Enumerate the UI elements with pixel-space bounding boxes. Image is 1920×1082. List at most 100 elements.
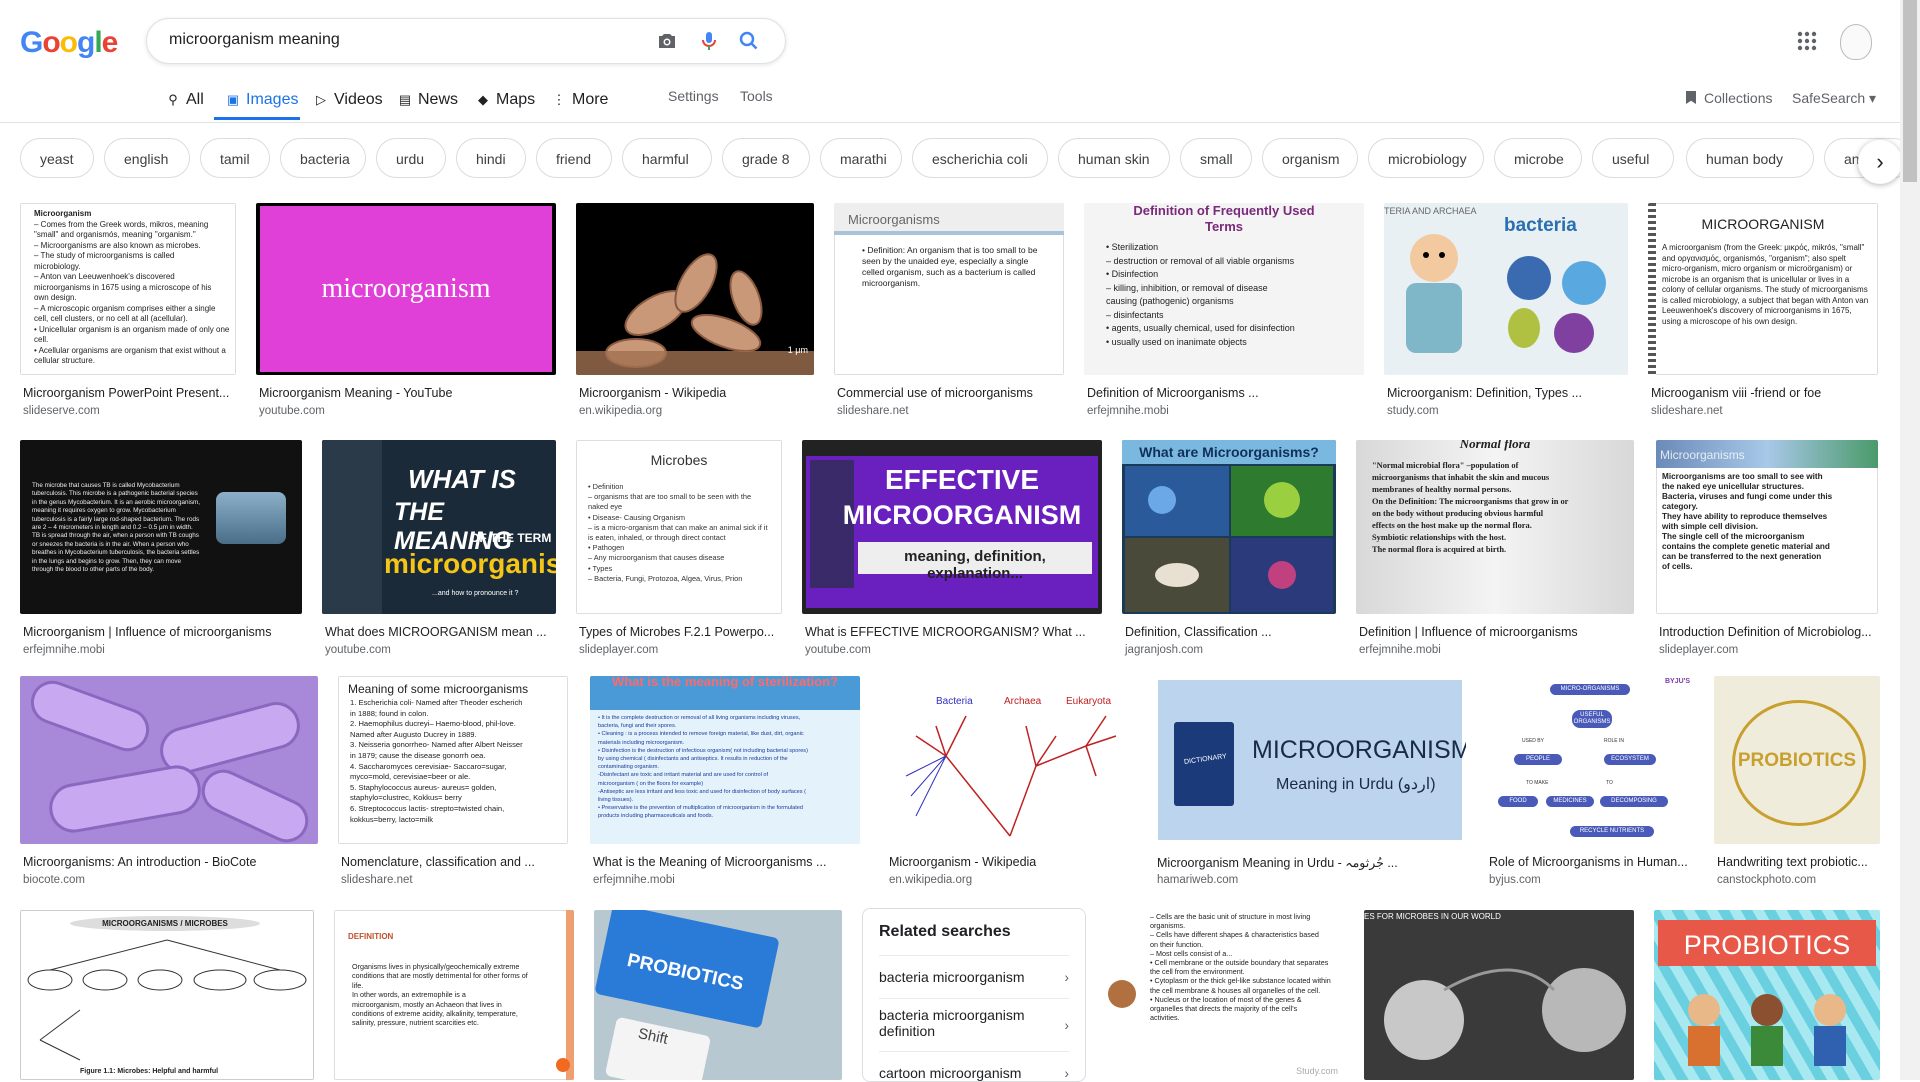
tab-news[interactable]: ▤ News	[398, 91, 458, 109]
apps-grid-icon[interactable]	[1796, 30, 1818, 52]
google-logo[interactable]: Google	[20, 26, 118, 60]
result-title[interactable]: Handwriting text probiotic...	[1717, 855, 1877, 869]
result-title[interactable]: Definition, Classification ...	[1125, 625, 1333, 639]
result-thumbnail[interactable]: The microbe that causes TB is called Myc…	[20, 440, 302, 614]
filter-chip[interactable]: yeast	[20, 138, 94, 178]
result-title[interactable]: Definition of Microorganisms ...	[1087, 386, 1361, 400]
search-input[interactable]	[167, 30, 641, 50]
filter-chip[interactable]: small	[1180, 138, 1252, 178]
diagram-node: MEDICINES	[1546, 796, 1594, 807]
filter-chip[interactable]: microbiology	[1368, 138, 1484, 178]
related-search-item[interactable]: bacteria microorganism definition ›	[879, 998, 1069, 1051]
result-thumbnail[interactable]: PROBIOTICS	[1654, 910, 1880, 1080]
account-avatar[interactable]	[1840, 24, 1872, 60]
result-title[interactable]: Microorganism - Wikipedia	[579, 386, 811, 400]
result-title[interactable]: Microorganism Meaning - YouTube	[259, 386, 553, 400]
result-thumbnail[interactable]: EFFECTIVE MICROORGANISM meaning, definit…	[802, 440, 1102, 614]
result-title[interactable]: Microorganism - Wikipedia	[889, 855, 1131, 869]
search-box[interactable]	[146, 18, 786, 64]
search-icon[interactable]	[737, 29, 761, 53]
filter-chip[interactable]: urdu	[376, 138, 446, 178]
result-thumbnail[interactable]: Normal flora "Normal microbial flora" –p…	[1356, 440, 1634, 614]
result-thumbnail[interactable]: Microorganisms Microorganisms are too sm…	[1656, 440, 1878, 614]
result-thumbnail[interactable]: What is the meaning of sterilization? • …	[590, 676, 860, 844]
tab-all[interactable]: ⚲ All	[166, 91, 204, 109]
result-thumbnail[interactable]: Bacteria Archaea Eukaryota	[886, 676, 1134, 844]
result-thumbnail[interactable]: Microbes • Definition – organisms that ar…	[576, 440, 782, 614]
result-thumbnail[interactable]: DICTIONARY MICROORGANISM Meaning in Urdu…	[1154, 676, 1466, 844]
result-thumbnail[interactable]: What are Microorganisms?	[1122, 440, 1336, 614]
result-thumbnail[interactable]: PROBIOTICS Shift	[594, 910, 842, 1080]
result-thumbnail[interactable]: Definition of Frequently Used Terms • St…	[1084, 203, 1364, 375]
result-thumbnail[interactable]: PROBIOTICS	[1714, 676, 1880, 844]
safesearch-menu[interactable]: SafeSearch ▾	[1792, 90, 1876, 107]
result-thumbnail[interactable]	[20, 676, 318, 844]
collections-link[interactable]: Collections	[1686, 90, 1772, 106]
result-title[interactable]: What is the Meaning of Microorganisms ..…	[593, 855, 857, 869]
camera-icon[interactable]	[655, 29, 679, 53]
thumb-lines: • Sterilization – destruction or removal …	[1106, 241, 1295, 349]
filter-chip[interactable]: escherichia coli	[912, 138, 1048, 178]
settings-link[interactable]: Settings	[668, 88, 719, 104]
thumb-lines: – Comes from the Greek words, mikros, me…	[34, 220, 230, 367]
result-title[interactable]: Definition | Influence of microorganisms	[1359, 625, 1631, 639]
result-thumbnail[interactable]: ES FOR MICROBES IN OUR WORLD	[1364, 910, 1634, 1080]
result-title[interactable]: Introduction Definition of Microbiolog..…	[1659, 625, 1875, 639]
filter-chip[interactable]: hindi	[456, 138, 526, 178]
result-thumbnail[interactable]: MICRO-ORGANISMS USEFUL ORGANISMS PEOPLE ECO…	[1486, 676, 1694, 844]
filter-chip[interactable]: friend	[536, 138, 612, 178]
result-thumbnail[interactable]: – Cells are the basic unit of structure …	[1104, 910, 1344, 1080]
filter-chip[interactable]: grade 8	[722, 138, 810, 178]
chevron-right-icon[interactable]: ›	[1858, 140, 1902, 184]
result-thumbnail[interactable]: WHAT IS THE MEANING OF THE TERM microorg…	[322, 440, 556, 614]
scrollbar-thumb[interactable]	[1903, 0, 1917, 182]
result-thumbnail[interactable]: TERIA AND ARCHAEA bacteria	[1384, 203, 1628, 375]
result-title[interactable]: Types of Microbes F.2.1 Powerpo...	[579, 625, 779, 639]
result-thumbnail[interactable]: MICROORGANISM A microorganism (from the …	[1648, 203, 1878, 375]
result-title[interactable]: Microorganism | Influence of microorgani…	[23, 625, 299, 639]
filter-chip[interactable]: organism	[1262, 138, 1358, 178]
thumb-line: organisms.	[1150, 921, 1186, 931]
result-title[interactable]: Nomenclature, classification and ...	[341, 855, 565, 869]
result-thumbnail[interactable]: DEFINITION Organisms lives in physically…	[334, 910, 574, 1080]
result-title[interactable]: Microorganism PowerPoint Present...	[23, 386, 233, 400]
result-thumbnail[interactable]: microorganism	[256, 203, 556, 375]
filter-chip[interactable]: useful	[1592, 138, 1674, 178]
tab-maps[interactable]: ◆ Maps	[476, 91, 535, 109]
tab-videos[interactable]: ▷ Videos	[314, 91, 383, 109]
result-title[interactable]: Microorganism Meaning in Urdu - جُرثومہ …	[1157, 855, 1463, 870]
result-thumbnail[interactable]: Microorganisms • Definition: An organism…	[834, 203, 1064, 375]
result-title[interactable]: Microorganism: Definition, Types ...	[1387, 386, 1625, 400]
result-title[interactable]: What is EFFECTIVE MICROORGANISM? What ..…	[805, 625, 1099, 639]
thumb-line: – is a micro-organism that can make an a…	[588, 522, 768, 532]
filter-chip[interactable]: marathi	[820, 138, 902, 178]
thumb-lines: • Definition – organisms that are too sma…	[588, 482, 768, 584]
result-title[interactable]: Commercial use of microorganisms	[837, 386, 1061, 400]
filter-chip[interactable]: microbe	[1494, 138, 1582, 178]
thumb-line: own design.	[34, 293, 77, 302]
result-thumbnail[interactable]: Meaning of some microorganisms 1. Escher…	[338, 676, 568, 844]
microphone-icon[interactable]	[697, 29, 721, 53]
filter-chip[interactable]: human skin	[1058, 138, 1170, 178]
result-title[interactable]: What does MICROORGANISM mean ...	[325, 625, 553, 639]
result-title[interactable]: Microorganisms: An introduction - BioCot…	[23, 855, 315, 869]
filter-chip[interactable]: tamil	[200, 138, 270, 178]
result-title[interactable]: Microoganism viii -friend or foe	[1651, 386, 1875, 400]
filter-chip[interactable]: english	[104, 138, 190, 178]
related-search-item[interactable]: bacteria microorganism ›	[879, 955, 1069, 998]
diagram-node: FOOD	[1498, 796, 1538, 807]
result-thumbnail[interactable]: MICROORGANISMS / MICROBES Figure 1.1: Mi…	[20, 910, 314, 1080]
scrollbar[interactable]	[1900, 0, 1920, 1080]
tools-link[interactable]: Tools	[740, 88, 773, 104]
tab-images[interactable]: ▣ Images	[226, 91, 299, 109]
tab-more[interactable]: ⋮ More	[552, 91, 609, 109]
thumb-line: causing (pathogenic) organisms	[1106, 296, 1234, 306]
filter-chip[interactable]: bacteria	[280, 138, 366, 178]
filter-chip[interactable]: human body	[1686, 138, 1814, 178]
result-thumbnail[interactable]: 1 μm	[576, 203, 814, 375]
filter-chip[interactable]: harmful	[622, 138, 712, 178]
thumb-line: "Normal microbial flora" –population of	[1372, 461, 1519, 470]
result-thumbnail[interactable]: Microorganism – Comes from the Greek wor…	[20, 203, 236, 375]
related-search-item[interactable]: cartoon microorganism ›	[879, 1051, 1069, 1081]
result-title[interactable]: Role of Microorganisms in Human...	[1489, 855, 1691, 869]
